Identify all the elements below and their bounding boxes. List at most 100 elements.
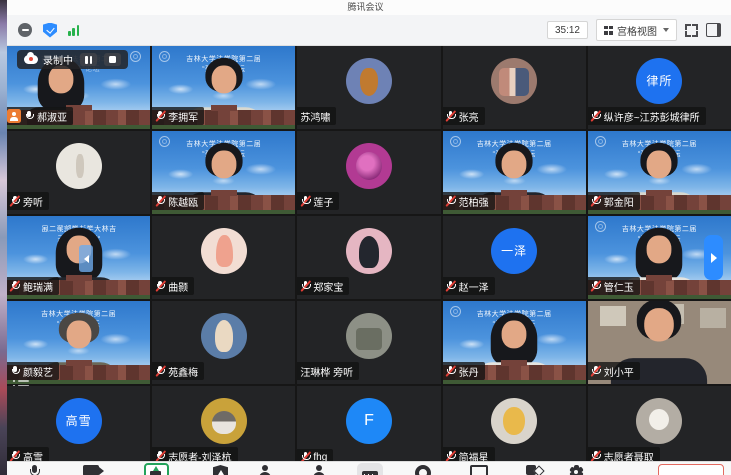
name-tag: 郑家宝	[297, 277, 349, 295]
avatar	[636, 398, 682, 444]
participant-name: 旁听	[23, 194, 43, 209]
stop-recording-button[interactable]	[104, 53, 121, 66]
name-tag: 范柏强	[443, 192, 495, 210]
avatar	[201, 228, 247, 274]
participant-tile[interactable]: 一泽 赵一泽	[443, 216, 586, 299]
settings-icon[interactable]	[569, 465, 583, 475]
participant-name: 莲子	[313, 194, 333, 209]
member-icon[interactable]	[312, 465, 326, 475]
mic-muted-icon	[10, 195, 20, 208]
participant-tile[interactable]: F fhg	[297, 386, 440, 469]
bottom-toolbar	[7, 461, 731, 475]
grid-view-button[interactable]: 宫格视图	[596, 19, 677, 41]
avatar	[491, 58, 537, 104]
avatar: 一泽	[491, 228, 537, 274]
video-grid: 吉林大学法学院第二届“盈科杯”论坛 郝淑亚 吉林大学法学院第二届“盈科杯”论坛	[7, 46, 731, 461]
background-window-sliver	[0, 0, 7, 475]
name-tag: 郭金阳	[588, 192, 640, 210]
avatar: 高雪	[56, 398, 102, 444]
avatar	[346, 313, 392, 359]
pause-recording-button[interactable]	[80, 53, 97, 66]
participant-tile[interactable]: 吉林大学法学院第二届“盈科杯”论坛 陈越瓯	[152, 131, 295, 214]
chevron-right-icon[interactable]	[704, 235, 723, 280]
shield-icon[interactable]	[43, 23, 57, 38]
security-icon[interactable]	[213, 465, 228, 475]
participant-tile[interactable]: 志愿者聂取	[588, 386, 731, 469]
mic-muted-icon	[155, 195, 165, 208]
participant-tile[interactable]: 吉林大学法学院第二届“盈科杯”论坛 李拥军	[152, 46, 295, 129]
network-signal-icon[interactable]	[68, 24, 79, 36]
participant-tile[interactable]: 旁听	[7, 131, 150, 214]
share-screen-icon[interactable]	[144, 463, 169, 475]
participant-tile[interactable]: 苏鸿嘯	[297, 46, 440, 129]
avatar	[491, 398, 537, 444]
participant-tile[interactable]: 高雪 高雪	[7, 386, 150, 469]
window-title: 腾讯会议	[0, 0, 731, 15]
mic-muted-icon	[591, 365, 601, 378]
participant-tile[interactable]: 苑鑫梅	[152, 301, 295, 384]
info-icon[interactable]	[18, 23, 32, 37]
mic-muted-icon	[446, 280, 456, 293]
participants-icon[interactable]	[258, 465, 272, 475]
recording-label: 录制中	[43, 52, 73, 67]
chevron-down-icon	[663, 28, 669, 32]
screen-icon[interactable]	[470, 465, 488, 475]
grid-view-label: 宫格视图	[617, 23, 657, 38]
name-tag: 张丹	[443, 362, 485, 380]
participant-name: 汪琳桦 旁听	[300, 364, 353, 379]
participant-tile[interactable]: 曲颢	[152, 216, 295, 299]
participant-tile[interactable]: 志愿者-刘泽杭	[152, 386, 295, 469]
participant-tile[interactable]: 汪琳桦 旁听	[297, 301, 440, 384]
pip-icon[interactable]	[526, 465, 536, 475]
recording-indicator: 录制中	[17, 50, 128, 69]
camera-icon[interactable]	[83, 465, 99, 475]
participant-tile[interactable]: 律所 纵许彦~江苏彭城律所	[588, 46, 731, 129]
mic-on-icon	[24, 110, 34, 123]
participant-name: 管仁玉	[604, 279, 634, 294]
participant-tile[interactable]: 吉林大学法学院第二届“盈科杯”论坛 郭金阳	[588, 131, 731, 214]
participant-tile[interactable]: 张亮	[443, 46, 586, 129]
participant-name: 李拥军	[168, 109, 198, 124]
participant-name: 苑鑫梅	[168, 364, 198, 379]
participant-name: 陈越瓯	[168, 194, 198, 209]
list-overlay-icon[interactable]	[13, 380, 29, 392]
name-tag: 纵许彦~江苏彭城律所	[588, 107, 706, 125]
participant-name: 郝淑亚	[37, 109, 67, 124]
grid-view-icon	[604, 26, 613, 35]
mic-on-icon	[10, 365, 20, 378]
avatar	[201, 398, 247, 444]
participant-tile[interactable]: 简福星	[443, 386, 586, 469]
name-tag: 颜毅艺	[7, 362, 59, 380]
mic-muted-icon	[591, 110, 601, 123]
avatar: 律所	[636, 58, 682, 104]
side-panel-icon[interactable]	[706, 23, 721, 37]
name-tag: 鲍瑞满	[7, 277, 59, 295]
mic-icon[interactable]	[29, 465, 39, 475]
avatar: F	[346, 398, 392, 444]
leave-meeting-button[interactable]	[658, 464, 724, 475]
cloud-record-icon	[24, 55, 38, 64]
mic-muted-icon	[591, 280, 601, 293]
participant-tile[interactable]: 莲子	[297, 131, 440, 214]
name-tag: 苏鸿嘯	[297, 107, 336, 125]
participant-tile[interactable]: 郑家宝	[297, 216, 440, 299]
name-tag: 苑鑫梅	[152, 362, 204, 380]
mic-muted-icon	[446, 195, 456, 208]
record-icon[interactable]	[415, 465, 431, 475]
participant-name: 张亮	[459, 109, 479, 124]
fullscreen-icon[interactable]	[685, 24, 698, 37]
mic-muted-icon	[591, 195, 601, 208]
keypad-icon[interactable]	[357, 463, 383, 475]
participant-name: 范柏强	[459, 194, 489, 209]
participant-tile[interactable]: 吉林大学法学院第二届“盈科杯”论坛 张丹	[443, 301, 586, 384]
participant-name: 张丹	[459, 364, 479, 379]
participant-tile[interactable]: 刘小平	[588, 301, 731, 384]
chevron-left-icon[interactable]	[79, 245, 93, 272]
participant-tile[interactable]: 吉林大学法学院第二届“盈科杯”论坛 范柏强	[443, 131, 586, 214]
participant-tile[interactable]: 吉林大学法学院第二届“盈科杯”论坛 颜毅艺	[7, 301, 150, 384]
name-tag: 管仁玉	[588, 277, 640, 295]
participant-name: 赵一泽	[459, 279, 489, 294]
name-tag: 曲颢	[152, 277, 194, 295]
avatar	[346, 143, 392, 189]
participant-name: 曲颢	[168, 279, 188, 294]
